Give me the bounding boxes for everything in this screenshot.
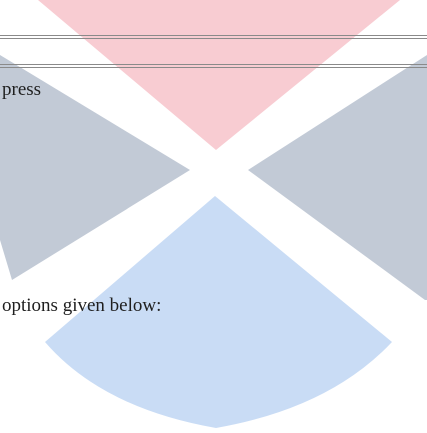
header-top-rule [0,35,427,36]
section-bottom-rule [0,67,427,68]
section-top-rule [0,64,427,65]
header-bottom-rule [0,38,427,39]
body-text-line-2: options given below: [2,295,162,316]
body-text-line-1: press [2,79,42,100]
